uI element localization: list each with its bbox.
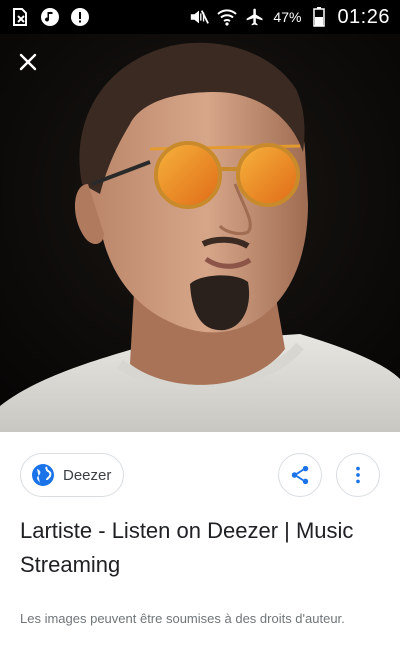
- source-link-deezer[interactable]: Deezer: [20, 453, 124, 497]
- battery-percent: 47%: [273, 9, 302, 25]
- share-icon: [291, 465, 309, 485]
- share-button[interactable]: [278, 453, 322, 497]
- status-bar: 47% 01:26: [0, 0, 400, 34]
- portrait-photo: [0, 34, 400, 432]
- result-card: Deezer Lartiste - Listen on Deezer | Mus…: [0, 432, 400, 667]
- mute-icon: [189, 7, 210, 27]
- clock: 01:26: [337, 5, 390, 28]
- image-viewer[interactable]: [0, 34, 400, 432]
- page-title[interactable]: Lartiste - Listen on Deezer | Music Stre…: [20, 514, 380, 582]
- close-icon: [19, 53, 37, 71]
- globe-icon: [32, 464, 54, 486]
- close-button[interactable]: [12, 46, 44, 78]
- more-vertical-icon: [356, 466, 360, 484]
- sim-off-icon: [10, 7, 30, 27]
- status-right-icons: 47% 01:26: [189, 6, 390, 29]
- status-left-icons: [10, 7, 90, 27]
- music-note-icon: [40, 7, 60, 27]
- wifi-icon: [217, 7, 238, 27]
- airplane-icon: [245, 7, 265, 27]
- battery-icon: [309, 7, 329, 27]
- source-label: Deezer: [63, 466, 112, 484]
- notification-alert-icon: [70, 7, 90, 27]
- more-options-button[interactable]: [336, 453, 380, 497]
- copyright-notice: Les images peuvent être soumises à des d…: [20, 611, 345, 626]
